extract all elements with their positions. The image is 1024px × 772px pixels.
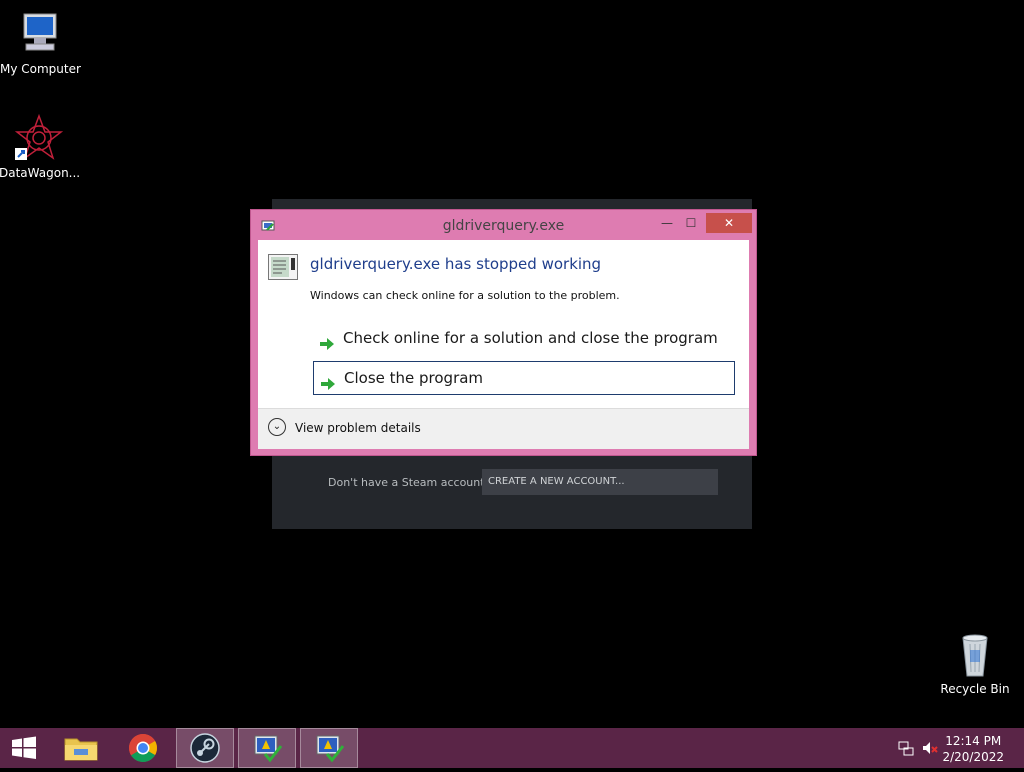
option-label: Check online for a solution and close th… bbox=[343, 329, 718, 347]
error-report-icon bbox=[316, 735, 345, 763]
computer-icon bbox=[16, 10, 64, 58]
desktop-icon-my-computer[interactable]: My Computer bbox=[0, 10, 81, 76]
create-account-button[interactable]: CREATE A NEW ACCOUNT... bbox=[482, 469, 718, 495]
taskbar-file-explorer[interactable] bbox=[52, 728, 110, 768]
steam-icon bbox=[190, 733, 220, 763]
desktop-icon-datawagon[interactable]: DataWagon... bbox=[0, 113, 81, 180]
network-icon[interactable] bbox=[898, 740, 914, 756]
error-dialog: gldriverquery.exe — ☐ ✕ gldriverquery.ex… bbox=[250, 209, 757, 456]
taskbar-chrome[interactable] bbox=[114, 728, 172, 768]
taskbar: 12:14 PM 2/20/2022 bbox=[0, 728, 1024, 768]
volume-muted-icon[interactable] bbox=[922, 740, 938, 756]
start-button[interactable] bbox=[0, 728, 48, 768]
green-arrow-icon bbox=[320, 371, 336, 390]
clock-time: 12:14 PM bbox=[945, 734, 1002, 748]
minimize-button[interactable]: — bbox=[656, 213, 678, 233]
error-report-icon bbox=[254, 735, 283, 763]
desktop-icon-label: Recycle Bin bbox=[940, 682, 1010, 696]
chevron-down-icon[interactable]: ⌄ bbox=[268, 418, 286, 436]
desktop-icon-recycle-bin[interactable]: Recycle Bin bbox=[935, 630, 1015, 696]
dialog-footer: ⌄ View problem details bbox=[258, 408, 749, 449]
close-button[interactable]: ✕ bbox=[706, 213, 752, 233]
datawagon-icon bbox=[14, 113, 64, 162]
error-subtext: Windows can check online for a solution … bbox=[310, 289, 620, 302]
error-heading: gldriverquery.exe has stopped working bbox=[310, 255, 602, 273]
chrome-icon bbox=[129, 734, 157, 762]
taskbar-error-report-2[interactable] bbox=[300, 728, 358, 768]
option-label: Close the program bbox=[344, 369, 484, 387]
taskbar-steam[interactable] bbox=[176, 728, 234, 768]
windows-logo-icon bbox=[12, 736, 36, 759]
desktop-icon-label: My Computer bbox=[0, 62, 81, 76]
program-error-icon bbox=[268, 254, 298, 280]
close-program-option[interactable]: Close the program bbox=[313, 361, 735, 395]
desktop-icon-label: DataWagon... bbox=[0, 166, 81, 180]
system-clock[interactable]: 12:14 PM 2/20/2022 bbox=[942, 733, 1004, 765]
recycle-bin-icon bbox=[951, 630, 999, 678]
green-arrow-icon bbox=[319, 331, 335, 350]
taskbar-error-report-1[interactable] bbox=[238, 728, 296, 768]
view-details-link[interactable]: View problem details bbox=[295, 421, 421, 435]
dialog-content: gldriverquery.exe has stopped working Wi… bbox=[258, 240, 749, 449]
check-online-option[interactable]: Check online for a solution and close th… bbox=[313, 322, 735, 356]
maximize-button[interactable]: ☐ bbox=[680, 213, 702, 233]
folder-icon bbox=[64, 738, 98, 761]
clock-date: 2/20/2022 bbox=[942, 750, 1004, 764]
no-account-text: Don't have a Steam account? bbox=[328, 476, 491, 489]
